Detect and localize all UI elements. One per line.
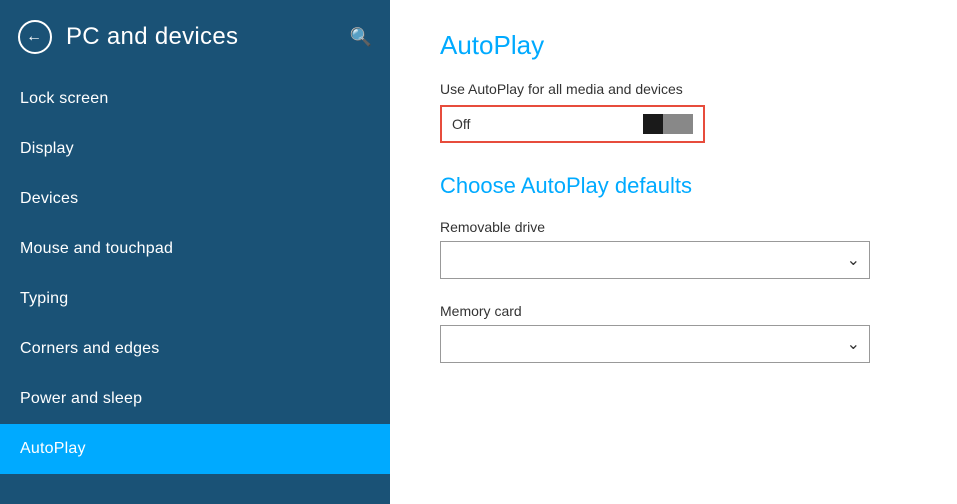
- memory-card-select[interactable]: [440, 325, 870, 363]
- sidebar-item-display[interactable]: Display: [0, 124, 390, 174]
- sidebar-item-power-sleep[interactable]: Power and sleep: [0, 374, 390, 424]
- toggle-off-label: Off: [442, 116, 562, 132]
- autoplay-title: AutoPlay: [440, 30, 907, 61]
- sidebar: ← PC and devices 🔍 Lock screen Display D…: [0, 0, 390, 504]
- sidebar-item-lock-screen[interactable]: Lock screen: [0, 74, 390, 124]
- back-button[interactable]: ←: [18, 20, 52, 54]
- sidebar-item-devices[interactable]: Devices: [0, 174, 390, 224]
- autoplay-toggle[interactable]: Off: [440, 105, 705, 143]
- memory-card-dropdown-wrapper: ⌄: [440, 325, 870, 363]
- search-icon[interactable]: 🔍: [350, 27, 372, 48]
- toggle-track: [643, 114, 693, 134]
- toggle-thumb: [643, 114, 663, 134]
- sidebar-item-corners-edges[interactable]: Corners and edges: [0, 324, 390, 374]
- removable-drive-dropdown-wrapper: ⌄: [440, 241, 870, 279]
- nav-list: Lock screen Display Devices Mouse and to…: [0, 74, 390, 504]
- back-arrow-icon: ←: [26, 29, 42, 45]
- sidebar-item-mouse-touchpad[interactable]: Mouse and touchpad: [0, 224, 390, 274]
- sidebar-item-autoplay[interactable]: AutoPlay: [0, 424, 390, 474]
- toggle-switch[interactable]: [643, 113, 693, 135]
- toggle-description: Use AutoPlay for all media and devices: [440, 81, 907, 97]
- sidebar-header: ← PC and devices 🔍: [0, 0, 390, 74]
- removable-drive-select[interactable]: [440, 241, 870, 279]
- sidebar-title: PC and devices: [66, 23, 238, 51]
- sidebar-item-typing[interactable]: Typing: [0, 274, 390, 324]
- choose-defaults-title: Choose AutoPlay defaults: [440, 173, 907, 199]
- main-content: AutoPlay Use AutoPlay for all media and …: [390, 0, 957, 504]
- removable-drive-label: Removable drive: [440, 219, 907, 235]
- memory-card-label: Memory card: [440, 303, 907, 319]
